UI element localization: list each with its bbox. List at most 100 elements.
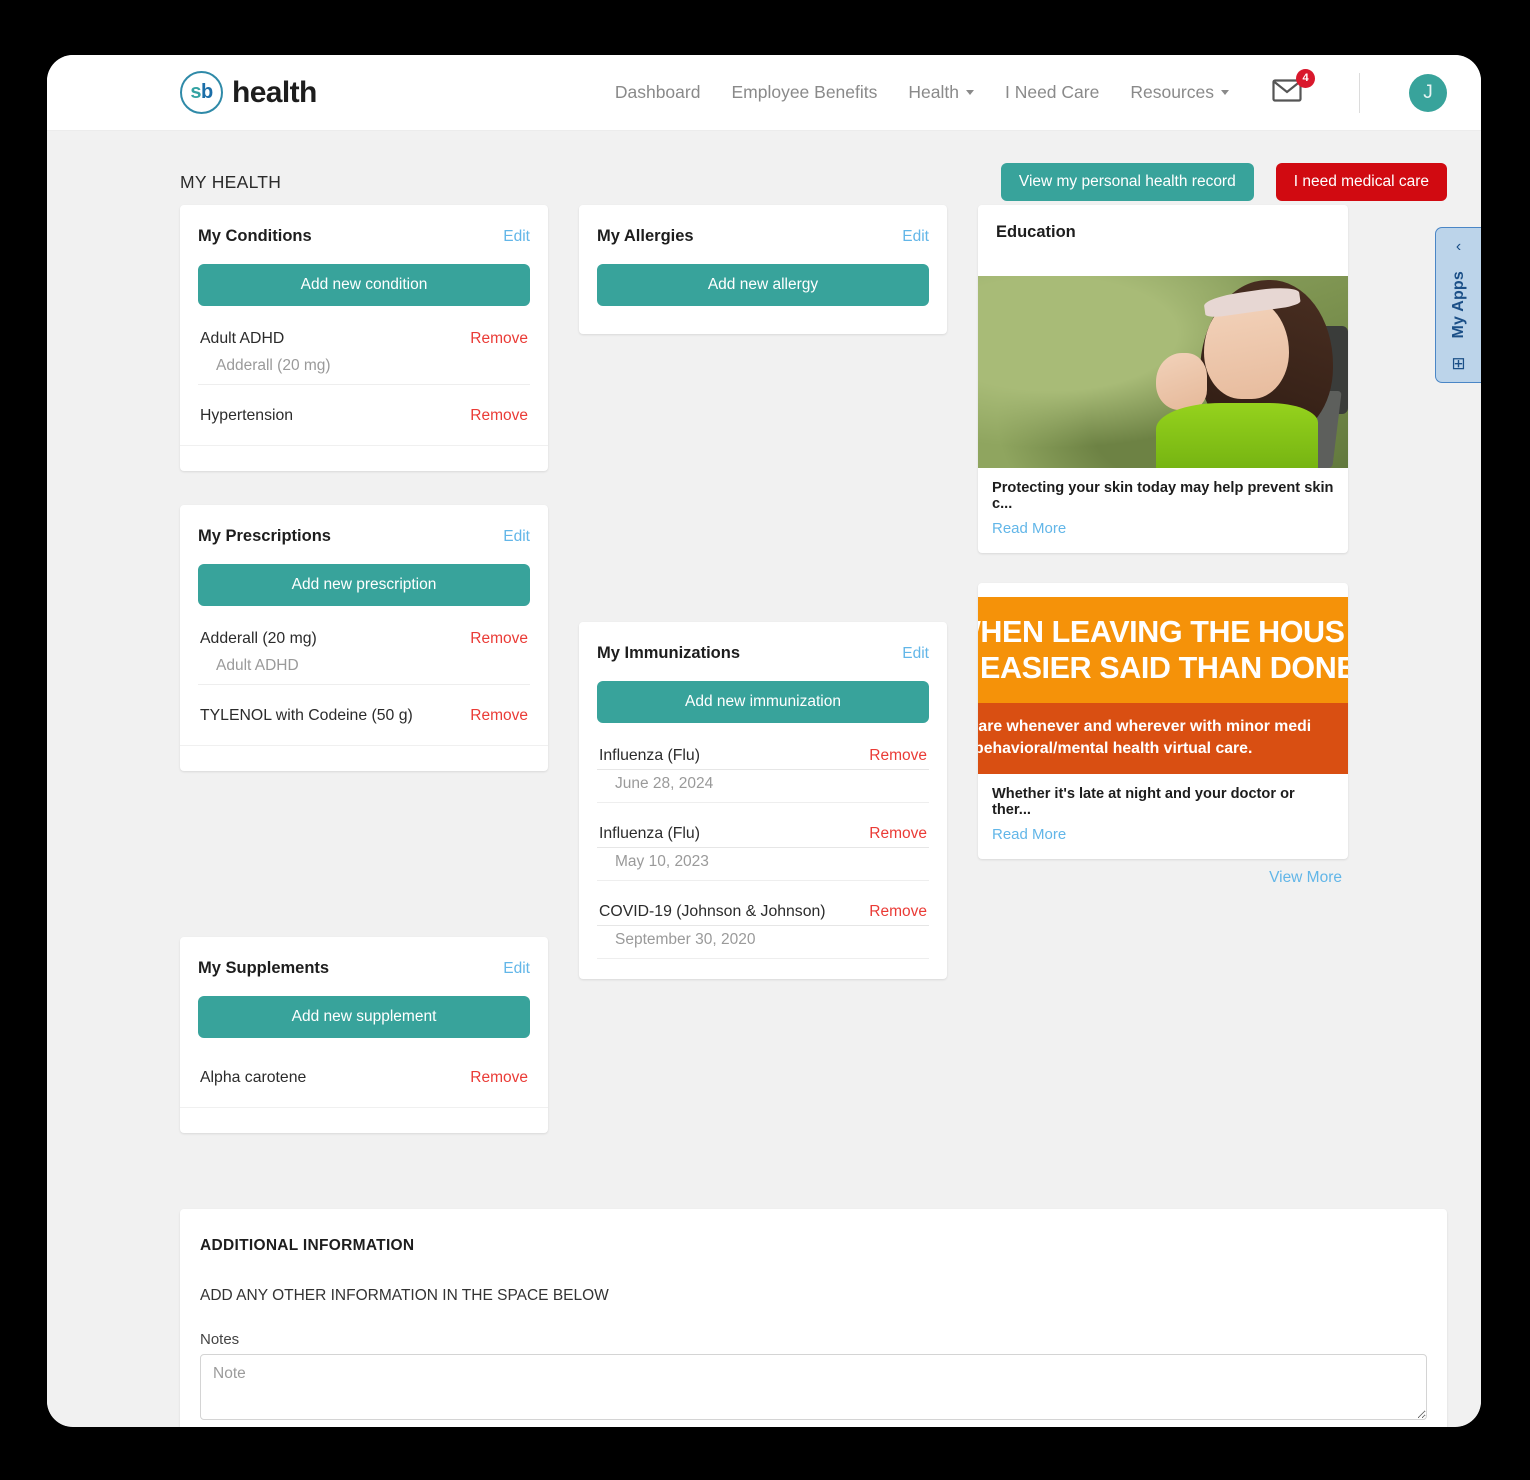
nav-item-i-need-care[interactable]: I Need Care: [1005, 82, 1099, 103]
remove-prescription-link[interactable]: Remove: [470, 707, 528, 725]
card-my-supplements: My Supplements Edit Add new supplement A…: [180, 937, 548, 1133]
edit-immunizations-link[interactable]: Edit: [902, 645, 929, 663]
top-navigation-bar: sb health Dashboard Employee Benefits He…: [47, 55, 1481, 131]
card-title-conditions: My Conditions: [198, 227, 312, 245]
sunscreen-photo-illustration: [978, 276, 1348, 468]
need-medical-care-button[interactable]: I need medical care: [1275, 163, 1447, 201]
card-title-supplements: My Supplements: [198, 959, 330, 977]
list-item: Adult ADHD Remove Adderall (20 mg): [198, 316, 530, 385]
add-new-condition-button[interactable]: Add new condition: [198, 264, 530, 306]
banner-sub-line-2: d behavioral/mental health virtual care.: [978, 740, 1253, 758]
nav-item-resources-label: Resources: [1130, 82, 1214, 102]
add-new-allergy-button[interactable]: Add new allergy: [597, 264, 929, 306]
chevron-down-icon: [965, 90, 974, 95]
remove-immunization-link[interactable]: Remove: [869, 747, 927, 765]
page-title: MY HEALTH: [180, 171, 282, 192]
page-content: MY HEALTH View my personal health record…: [47, 131, 1481, 1427]
list-item: Influenza (Flu) Remove June 28, 2024: [597, 733, 929, 803]
education-card-article-2: WHEN LEAVING THE HOUS S EASIER SAID THAN…: [978, 583, 1348, 860]
card-my-immunizations: My Immunizations Edit Add new immunizati…: [579, 622, 947, 979]
education-title: Education: [996, 223, 1076, 241]
condition-detail: Adderall (20 mg): [198, 352, 530, 385]
messages-button[interactable]: 4: [1272, 68, 1315, 109]
add-new-supplement-button[interactable]: Add new supplement: [198, 996, 530, 1038]
nav-item-employee-benefits-label: Employee Benefits: [731, 82, 878, 102]
nav-item-dashboard[interactable]: Dashboard: [615, 82, 701, 103]
column-left: My Conditions Edit Add new condition Adu…: [180, 205, 548, 1167]
card-title-immunizations: My Immunizations: [597, 644, 741, 662]
education-article-2-banner-top-spacer: [978, 583, 1348, 597]
card-footer: [180, 1107, 548, 1133]
remove-condition-link[interactable]: Remove: [470, 407, 528, 425]
nav-item-resources[interactable]: Resources: [1130, 82, 1229, 103]
education-card-article-1: Education Protecting your skin today may…: [978, 205, 1348, 553]
nav-item-health-label: Health: [908, 82, 959, 102]
avatar[interactable]: J: [1409, 73, 1447, 112]
add-new-prescription-button[interactable]: Add new prescription: [198, 564, 530, 606]
immunization-date: September 30, 2020: [597, 925, 929, 959]
edit-conditions-link[interactable]: Edit: [503, 228, 530, 246]
education-article-2-caption: Whether it's late at night and your doct…: [992, 786, 1295, 819]
card-my-allergies: My Allergies Edit Add new allergy: [579, 205, 947, 334]
health-cards-grid: My Conditions Edit Add new condition Adu…: [180, 205, 1447, 1167]
nav-item-health[interactable]: Health: [908, 82, 974, 103]
remove-immunization-link[interactable]: Remove: [869, 825, 927, 843]
condition-name: Adult ADHD: [200, 330, 285, 347]
nav-links: Dashboard Employee Benefits Health I Nee…: [615, 68, 1447, 113]
brand-wordmark: health: [232, 75, 317, 109]
nav-item-dashboard-label: Dashboard: [614, 82, 701, 102]
card-footer: [180, 745, 548, 771]
card-title-allergies: My Allergies: [597, 227, 694, 245]
additional-information-panel: ADDITIONAL INFORMATION ADD ANY OTHER INF…: [180, 1209, 1447, 1427]
page-header-actions: View my personal health record I need me…: [1000, 163, 1447, 201]
list-item: COVID-19 (Johnson & Johnson) Remove Sept…: [597, 881, 929, 959]
remove-supplement-link[interactable]: Remove: [470, 1069, 528, 1087]
education-article-2-banner-sub: t care whenever and wherever with minor …: [978, 702, 1348, 775]
list-item: Alpha carotene Remove: [198, 1048, 530, 1099]
column-middle: My Allergies Edit Add new allergy My Imm…: [579, 205, 947, 1013]
sb-logo-icon: sb: [180, 71, 223, 114]
immunization-date: June 28, 2024: [597, 769, 929, 803]
additional-information-heading: ADDITIONAL INFORMATION: [200, 1237, 415, 1254]
notes-input[interactable]: [200, 1354, 1427, 1420]
immunization-name: COVID-19 (Johnson & Johnson): [599, 903, 826, 920]
banner-headline-line-1: WHEN LEAVING THE HOUS: [978, 615, 1345, 649]
list-item: Adderall (20 mg) Remove Adult ADHD: [198, 616, 530, 685]
education-view-more-link[interactable]: View More: [978, 869, 1348, 887]
prescription-name: TYLENOL with Codeine (50 g): [200, 707, 413, 724]
remove-condition-link[interactable]: Remove: [470, 330, 528, 348]
education-article-1-read-more[interactable]: Read More: [978, 516, 1348, 553]
card-my-prescriptions: My Prescriptions Edit Add new prescripti…: [180, 505, 548, 771]
grid-icon: ⊞: [1451, 353, 1466, 373]
education-article-2-read-more[interactable]: Read More: [978, 822, 1348, 859]
message-count-badge: 4: [1296, 68, 1315, 88]
immunization-name: Influenza (Flu): [599, 825, 700, 842]
edit-allergies-link[interactable]: Edit: [902, 228, 929, 246]
banner-sub-line-1: t care whenever and wherever with minor …: [978, 717, 1312, 735]
chevron-left-icon: ‹: [1455, 238, 1462, 255]
education-article-2-banner[interactable]: WHEN LEAVING THE HOUS S EASIER SAID THAN…: [978, 597, 1348, 703]
card-footer: [180, 445, 548, 471]
additional-information-subheading: ADD ANY OTHER INFORMATION IN THE SPACE B…: [200, 1287, 609, 1304]
notes-label: Notes: [200, 1331, 240, 1348]
remove-prescription-link[interactable]: Remove: [470, 630, 528, 648]
condition-name: Hypertension: [200, 407, 294, 424]
nav-divider: [1359, 72, 1360, 113]
supplement-name: Alpha carotene: [200, 1069, 307, 1086]
add-new-immunization-button[interactable]: Add new immunization: [597, 681, 929, 723]
remove-immunization-link[interactable]: Remove: [869, 903, 927, 921]
education-article-1-caption: Protecting your skin today may help prev…: [992, 480, 1334, 512]
browser-window: sb health Dashboard Employee Benefits He…: [47, 55, 1481, 1427]
my-apps-label: My Apps: [1449, 271, 1467, 339]
edit-supplements-link[interactable]: Edit: [503, 960, 530, 978]
view-health-record-button[interactable]: View my personal health record: [1000, 163, 1254, 201]
my-apps-tab[interactable]: ‹ My Apps ⊞: [1435, 227, 1481, 383]
card-my-conditions: My Conditions Edit Add new condition Adu…: [180, 205, 548, 471]
brand-logo[interactable]: sb health: [180, 71, 317, 114]
education-article-1-image[interactable]: [978, 276, 1348, 468]
list-item: Hypertension Remove: [198, 385, 530, 437]
nav-item-employee-benefits[interactable]: Employee Benefits: [731, 82, 877, 103]
logo-letter-s: s: [190, 81, 201, 103]
prescription-detail: Adult ADHD: [198, 652, 530, 685]
edit-prescriptions-link[interactable]: Edit: [503, 528, 530, 546]
